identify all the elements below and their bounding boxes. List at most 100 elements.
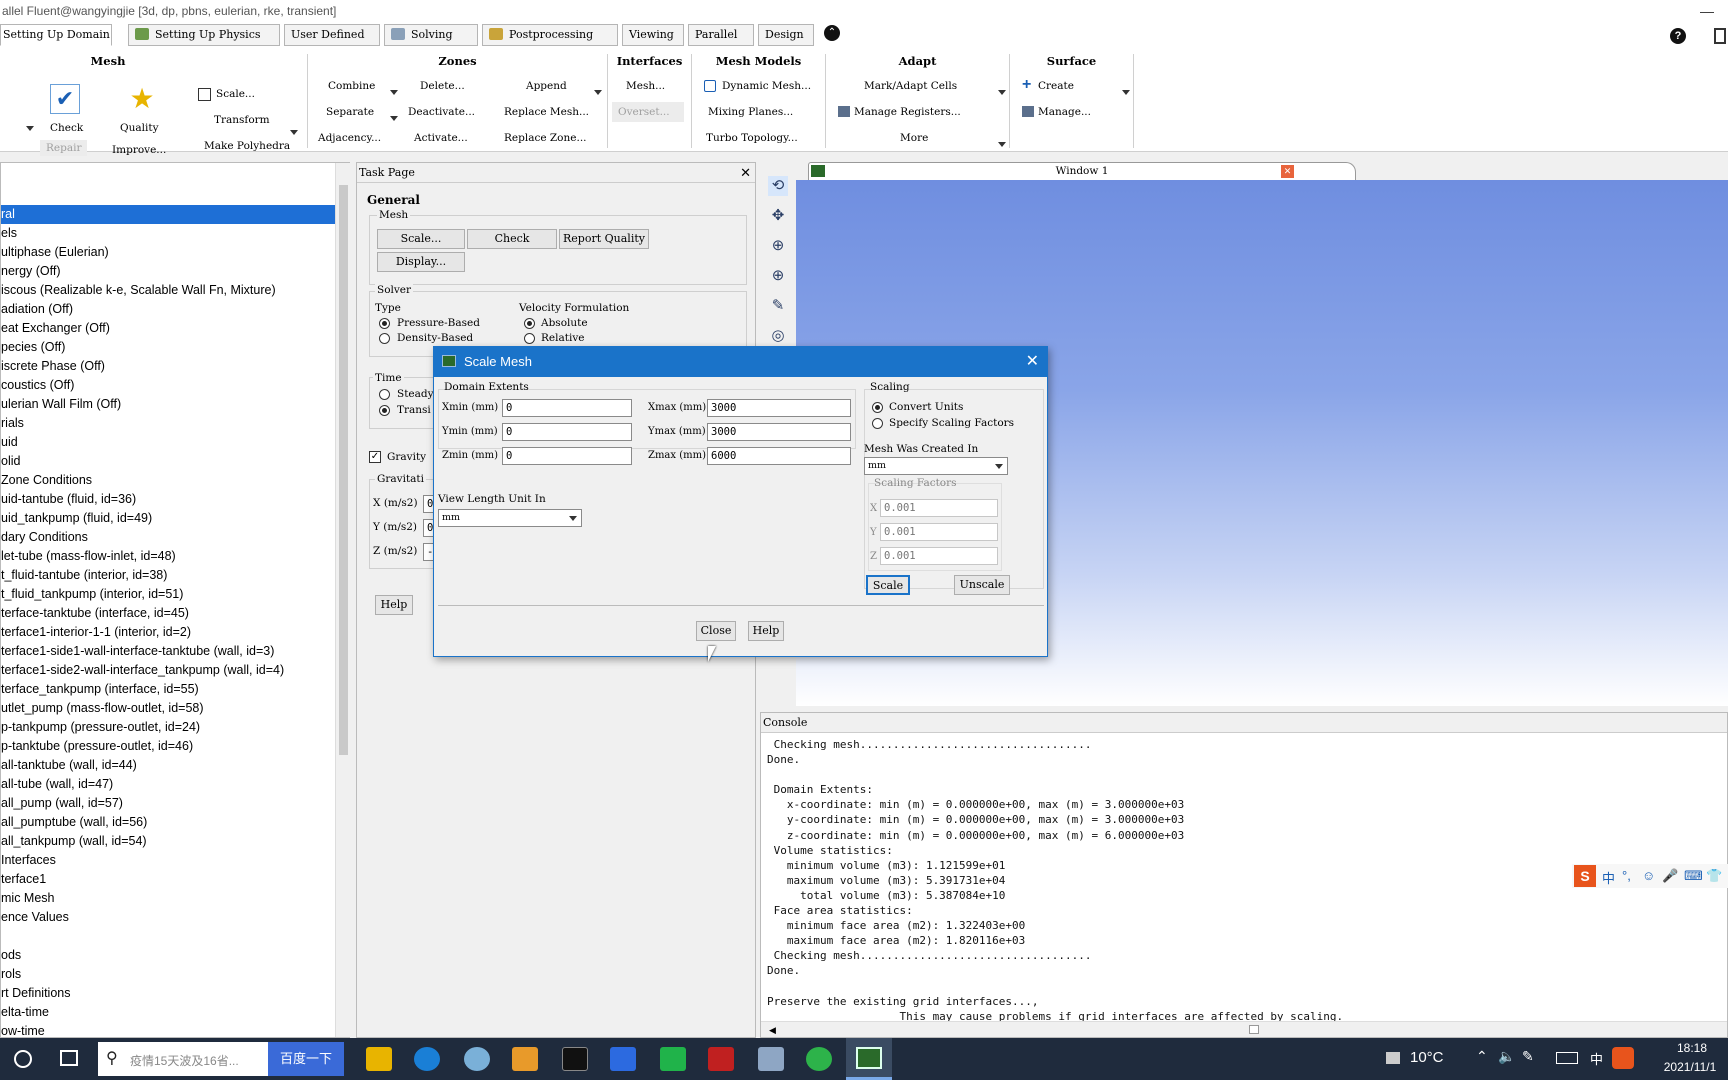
tree-item[interactable]: p-tanktube (pressure-outlet, id=46) <box>1 737 193 756</box>
scroll-thumb[interactable] <box>1249 1025 1259 1034</box>
tree-item[interactable]: Interfaces <box>1 851 56 870</box>
tree-item[interactable]: terface1-side2-wall-interface_tankpump (… <box>1 661 284 680</box>
tree-item[interactable]: ulerian Wall Film (Off) <box>1 395 121 414</box>
report-quality-button[interactable]: Report Quality <box>559 229 649 249</box>
tree-item[interactable]: t_fluid_tankpump (interior, id=51) <box>1 585 183 604</box>
console-scrollbar[interactable]: ◀ <box>761 1021 1727 1037</box>
tree-item[interactable]: all-tanktube (wall, id=44) <box>1 756 137 775</box>
tree-item[interactable]: coustics (Off) <box>1 376 74 395</box>
quality-button[interactable]: Quality <box>120 118 159 138</box>
tree-item[interactable]: mic Mesh <box>1 889 54 908</box>
microphone-icon[interactable]: 🎤 <box>1662 868 1678 884</box>
tree-item[interactable]: pecies (Off) <box>1 338 65 357</box>
app-icon[interactable] <box>758 1047 784 1071</box>
ymin-input[interactable]: 0 <box>502 423 632 441</box>
chevron-down-icon[interactable] <box>1122 90 1130 95</box>
task-help-button[interactable]: Help <box>375 595 413 615</box>
keyboard-icon[interactable]: ⌨ <box>1684 868 1703 884</box>
app-icon[interactable] <box>464 1047 490 1071</box>
turbo-topology-button[interactable]: Turbo Topology... <box>706 128 798 148</box>
tree-item[interactable]: uid <box>1 433 18 452</box>
improve-button[interactable]: Improve... <box>112 140 166 160</box>
convert-units-radio[interactable] <box>872 402 883 413</box>
star-icon[interactable]: ★ <box>126 84 158 116</box>
search-input[interactable]: 疫情15天波及16省... <box>130 1052 239 1069</box>
minimize-button[interactable]: — <box>1700 0 1714 22</box>
terminal-icon[interactable] <box>562 1047 588 1071</box>
punctuation-icon[interactable]: °, <box>1622 868 1631 883</box>
tab-parallel[interactable]: Parallel <box>688 24 754 46</box>
tree-item[interactable]: iscous (Realizable k-e, Scalable Wall Fn… <box>1 281 276 300</box>
chevron-down-icon[interactable] <box>998 142 1006 147</box>
chinese-mode-icon[interactable]: 中 <box>1602 868 1615 887</box>
ymax-input[interactable]: 3000 <box>707 423 851 441</box>
chevron-up-icon[interactable]: ⌃ <box>1476 1048 1488 1065</box>
combine-button[interactable]: Combine <box>328 76 375 96</box>
pycharm-icon[interactable] <box>660 1047 686 1071</box>
tree-item[interactable]: all_pump (wall, id=57) <box>1 794 123 813</box>
activate-button[interactable]: Activate... <box>414 128 468 148</box>
collapse-ribbon-icon[interactable]: ⌃ <box>824 25 840 41</box>
help-icon[interactable]: ? <box>1670 28 1686 44</box>
scale-dialog-button[interactable]: Scale <box>866 575 910 595</box>
tree-item[interactable]: eat Exchanger (Off) <box>1 319 110 338</box>
tree-item[interactable]: adiation (Off) <box>1 300 73 319</box>
scroll-thumb[interactable] <box>339 185 348 755</box>
tree-item[interactable]: terface_tankpump (interface, id=55) <box>1 680 199 699</box>
tree-item[interactable]: ods <box>1 946 21 965</box>
pen-icon[interactable]: ✎ <box>1522 1048 1534 1065</box>
density-based-radio[interactable] <box>379 333 390 344</box>
mark-adapt-cells-button[interactable]: Mark/Adapt Cells <box>864 76 957 96</box>
tree-item[interactable]: Zone Conditions <box>1 471 92 490</box>
tab-viewing[interactable]: Viewing <box>622 24 684 46</box>
check-icon[interactable]: ✔ <box>50 84 80 114</box>
fluent-taskbar-button[interactable] <box>846 1038 892 1080</box>
tree-item[interactable]: rials <box>1 414 24 433</box>
create-surface-button[interactable]: Create <box>1038 76 1074 96</box>
tree-item[interactable]: uid_tankpump (fluid, id=49) <box>1 509 152 528</box>
tree-scrollbar[interactable] <box>335 163 350 1037</box>
pressure-based-radio[interactable] <box>379 318 390 329</box>
start-icon[interactable] <box>14 1050 32 1068</box>
tree-item[interactable]: dary Conditions <box>1 528 88 547</box>
tree-item[interactable]: rt Definitions <box>1 984 70 1003</box>
tree-item[interactable]: all-tube (wall, id=47) <box>1 775 113 794</box>
zmin-input[interactable]: 0 <box>502 447 632 465</box>
panel-layout-icon[interactable] <box>1714 28 1726 44</box>
close-button[interactable]: Close <box>696 621 736 641</box>
mesh-created-in-select[interactable]: mm <box>864 457 1008 475</box>
view-length-unit-select[interactable]: mm <box>438 509 582 527</box>
transform-button[interactable]: Transform <box>214 110 270 130</box>
tree-item[interactable]: nergy (Off) <box>1 262 61 281</box>
sogou-icon[interactable] <box>1612 1047 1634 1069</box>
close-icon[interactable]: ✕ <box>1026 347 1039 377</box>
tab-setting-up-domain[interactable]: Setting Up Domain <box>0 24 112 46</box>
tree-item[interactable]: all_pumptube (wall, id=56) <box>1 813 147 832</box>
tree-item[interactable]: t_fluid-tantube (interior, id=38) <box>1 566 167 585</box>
file-explorer-icon[interactable] <box>366 1047 392 1071</box>
close-icon[interactable]: ✕ <box>740 165 751 181</box>
graphics-window-tab[interactable]: Window 1 ✕ <box>808 162 1356 180</box>
wechat-icon[interactable] <box>806 1047 832 1071</box>
baidu-search-button[interactable]: 百度一下 <box>268 1042 344 1076</box>
tree-item[interactable]: olid <box>1 452 20 471</box>
steady-radio[interactable] <box>379 389 390 400</box>
tree-item[interactable]: ral <box>1 205 335 224</box>
scale-button[interactable]: Scale... <box>377 229 465 249</box>
tree-item[interactable]: p-tankpump (pressure-outlet, id=24) <box>1 718 200 737</box>
edge-icon[interactable] <box>414 1047 440 1071</box>
scroll-left-icon[interactable]: ◀ <box>769 1025 776 1036</box>
adjacency-button[interactable]: Adjacency... <box>318 128 381 148</box>
chevron-down-icon[interactable] <box>390 116 398 121</box>
separate-button[interactable]: Separate <box>326 102 374 122</box>
tree-item[interactable]: utlet_pump (mass-flow-outlet, id=58) <box>1 699 204 718</box>
tree-item[interactable]: terface1-side1-wall-interface-tanktube (… <box>1 642 274 661</box>
tree-item[interactable]: let-tube (mass-flow-inlet, id=48) <box>1 547 176 566</box>
display-button[interactable]: Display... <box>377 252 465 272</box>
input-language[interactable]: 中 <box>1590 1049 1603 1068</box>
tree-item[interactable]: uid-tantube (fluid, id=36) <box>1 490 136 509</box>
dynamic-mesh-button[interactable]: Dynamic Mesh... <box>722 76 811 96</box>
tab-design[interactable]: Design <box>758 24 814 46</box>
tree-item[interactable]: all_tankpump (wall, id=54) <box>1 832 147 851</box>
check-button[interactable]: Check <box>50 118 83 138</box>
